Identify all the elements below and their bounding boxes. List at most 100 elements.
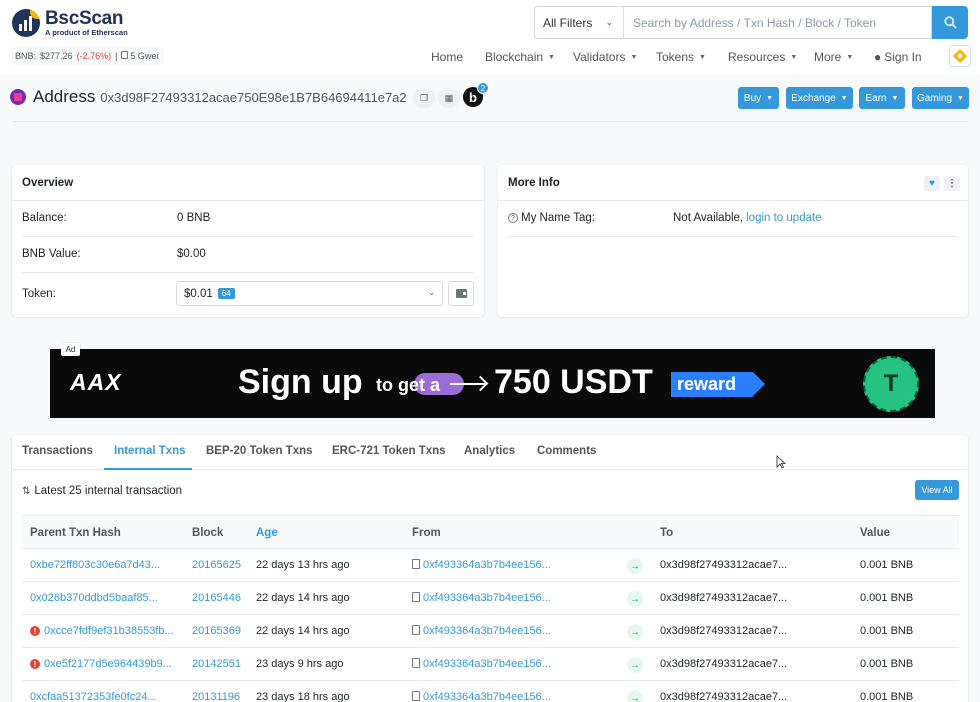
block-number[interactable]: 20165446 — [192, 592, 241, 604]
search-bar: All Filters ⌄ Search by Address / Txn Ha… — [534, 6, 968, 39]
user-icon: ● — [874, 50, 882, 64]
bnb-price-label: BNB: — [15, 51, 37, 61]
header-age[interactable]: Age — [256, 527, 278, 539]
price-separator: | — [115, 51, 118, 61]
chat-count-badge: 2 — [477, 82, 489, 94]
to-address: 0x3d98f27493312acae7... — [660, 658, 788, 670]
nav-blockchain-label: Blockchain — [485, 50, 544, 64]
nav-resources[interactable]: Resources ▼ — [728, 50, 797, 64]
overview-title: Overview — [12, 165, 484, 201]
question-icon: ? — [508, 213, 518, 223]
tab-comments[interactable]: Comments — [537, 445, 596, 457]
nav-validators[interactable]: Validators ▼ — [573, 50, 637, 64]
usdt-coin-symbol: T — [883, 370, 899, 397]
buy-label: Buy — [743, 92, 762, 104]
address-avatar — [10, 89, 26, 105]
from-address-text: 0xf493364a3b7b4ee156... — [423, 625, 551, 637]
to-address: 0x3d98f27493312acae7... — [660, 691, 788, 702]
search-filter-select[interactable]: All Filters ⌄ — [534, 6, 623, 39]
from-address[interactable]: 0xf493364a3b7b4ee156... — [412, 691, 551, 702]
tab-internal-txns[interactable]: Internal Txns — [114, 445, 186, 457]
balance-value: 0 BNB — [177, 212, 211, 224]
bscscan-logo[interactable]: BscScan A product of Etherscan — [12, 9, 128, 37]
gas-price-value: 5 Gwei — [130, 51, 159, 61]
banner-reward: reward — [671, 372, 765, 397]
aax-logo-text: AAX — [70, 369, 122, 395]
parent-txn-hash[interactable]: 0xcce7fdf9ef31b38553fb... — [44, 625, 174, 637]
buy-button[interactable]: Buy ▼ — [738, 87, 779, 109]
from-address[interactable]: 0xf493364a3b7b4ee156... — [412, 592, 551, 604]
chevron-down-icon: ⌄ — [605, 17, 613, 27]
balance-label: Balance: — [22, 212, 67, 224]
heart-icon[interactable]: ♥ — [924, 176, 940, 191]
nav-sign-in[interactable]: ● Sign In — [874, 50, 922, 64]
mouse-cursor-icon — [776, 455, 786, 469]
token-label: Token: — [22, 288, 56, 300]
qr-code-button[interactable]: ▦ — [438, 88, 460, 108]
parent-txn-hash[interactable]: 0xbe72ff803c30e6a7d43... — [30, 559, 160, 571]
bnb-price-value[interactable]: $277.26 — [40, 51, 73, 61]
gaming-label: Gaming — [917, 92, 953, 104]
block-number[interactable]: 20165369 — [192, 625, 241, 637]
earn-button[interactable]: Earn ▼ — [859, 87, 905, 109]
usdt-coin-icon: T — [863, 356, 919, 412]
search-button[interactable] — [932, 6, 968, 39]
header-to: To — [660, 527, 674, 539]
nav-resources-label: Resources — [728, 50, 786, 64]
chevron-down-icon: ▼ — [548, 53, 555, 61]
exchange-button[interactable]: Exchange ▼ — [786, 87, 853, 109]
search-input[interactable]: Search by Address / Txn Hash / Block / T… — [623, 6, 932, 39]
aax-banner-ad[interactable]: AAX Sign up to get a 750 USDT reward T — [50, 349, 935, 418]
nav-tokens[interactable]: Tokens ▼ — [656, 50, 706, 64]
earn-label: Earn — [865, 92, 887, 104]
parent-txn-hash[interactable]: 0xe5f2177d5e964439b9... — [44, 658, 172, 670]
from-address[interactable]: 0xf493364a3b7b4ee156... — [412, 625, 551, 637]
chevron-down-icon: ▼ — [891, 94, 899, 102]
gaming-button[interactable]: Gaming ▼ — [912, 87, 969, 109]
nav-sign-in-label: Sign In — [884, 50, 922, 64]
divider — [22, 272, 474, 273]
login-to-update-link[interactable]: login to update — [746, 212, 821, 224]
parent-txn-hash[interactable]: 0xcfaa51372353fe0fc24... — [30, 691, 157, 702]
table-row: 0xbe72ff803c30e6a7d43... 20165625 22 day… — [22, 549, 959, 582]
from-address[interactable]: 0xf493364a3b7b4ee156... — [412, 658, 551, 670]
bnb-network-button[interactable] — [949, 45, 971, 67]
nav-home[interactable]: Home — [431, 50, 463, 64]
top-header: BscScan A product of Etherscan BNB: $277… — [0, 0, 980, 75]
table-row: ! 0xe5f2177d5e964439b9... 20142551 23 da… — [22, 648, 959, 681]
divider — [12, 121, 968, 122]
nav-validators-label: Validators — [573, 50, 626, 64]
tab-transactions[interactable]: Transactions — [22, 445, 93, 457]
bnb-value-label: BNB Value: — [22, 248, 81, 260]
more-options-icon[interactable]: ⋮ — [944, 176, 960, 191]
tab-analytics[interactable]: Analytics — [464, 445, 515, 457]
block-number[interactable]: 20142551 — [192, 658, 241, 670]
tab-erc721-token-txns[interactable]: ERC-721 Token Txns — [332, 445, 446, 457]
ad-label: Ad — [61, 343, 80, 356]
from-address[interactable]: 0xf493364a3b7b4ee156... — [412, 559, 551, 571]
nav-blockchain[interactable]: Blockchain ▼ — [485, 50, 555, 64]
table-header: Parent Txn Hash Block Age From To Value — [22, 515, 959, 549]
search-filter-label: All Filters — [543, 15, 593, 30]
from-address-text: 0xf493364a3b7b4ee156... — [423, 691, 551, 702]
list-summary-text: Latest 25 internal transaction — [34, 485, 183, 497]
copy-address-button[interactable]: ❐ — [413, 88, 435, 108]
tab-bep20-token-txns[interactable]: BEP-20 Token Txns — [206, 445, 313, 457]
token-wallet-button[interactable] — [448, 281, 474, 306]
contract-icon — [412, 559, 420, 569]
bnb-value-row: BNB Value: $0.00 — [22, 248, 474, 260]
parent-txn-hash[interactable]: 0x026b370ddbd5baaf85... — [30, 592, 158, 604]
block-number[interactable]: 20165625 — [192, 559, 241, 571]
view-all-button[interactable]: View All — [915, 480, 959, 500]
chevron-down-icon: ▼ — [630, 53, 638, 61]
nav-more[interactable]: More ▼ — [814, 50, 853, 64]
token-holdings-dropdown[interactable]: $0.01 64 ⌄ — [176, 281, 443, 306]
block-number[interactable]: 20131196 — [192, 691, 240, 702]
copy-icon: ❐ — [419, 92, 429, 103]
chevron-down-icon: ▼ — [840, 94, 848, 102]
bnb-price-bar: BNB: $277.26 (-2.76%) | 5 Gwei — [9, 47, 165, 65]
gas-price[interactable]: 5 Gwei — [121, 51, 158, 61]
value: 0.001 BNB — [860, 559, 914, 571]
name-tag-label: My Name Tag: — [521, 212, 595, 224]
chevron-down-icon: ▼ — [957, 94, 964, 102]
